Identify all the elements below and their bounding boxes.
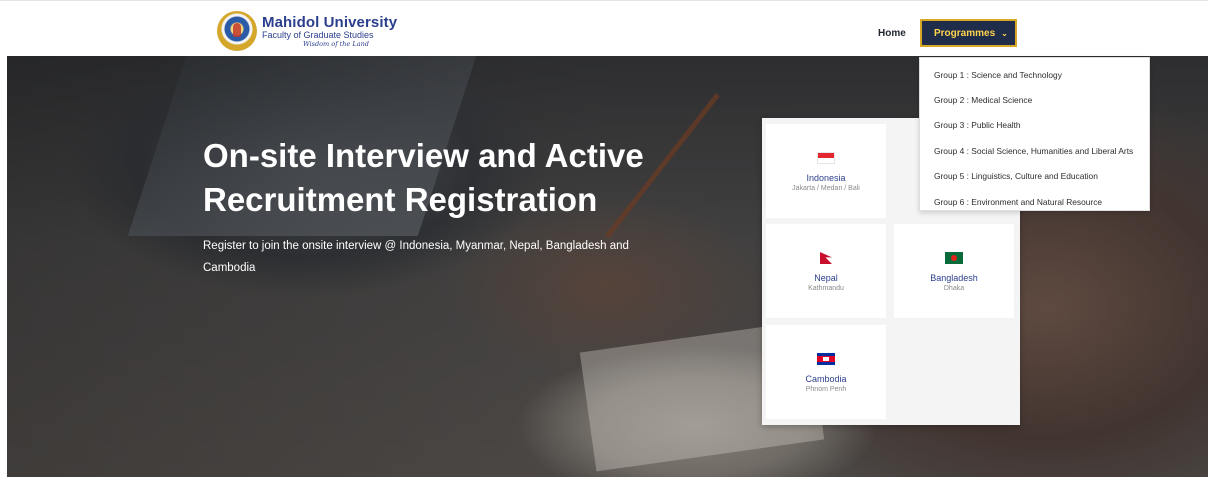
country-name: Indonesia <box>806 173 846 183</box>
bangladesh-flag-icon <box>945 252 963 264</box>
cambodia-flag-icon <box>817 353 835 365</box>
country-card-bangladesh[interactable]: Bangladesh Dhaka <box>894 224 1014 318</box>
programmes-dropdown-menu: Group 1 : Science and Technology Group 2… <box>919 57 1150 211</box>
country-name: Nepal <box>814 273 838 283</box>
dropdown-item-group-1[interactable]: Group 1 : Science and Technology <box>920 62 1149 87</box>
site-logo[interactable]: Mahidol University Faculty of Graduate S… <box>217 11 397 51</box>
nav-home-link[interactable]: Home <box>878 28 906 39</box>
dropdown-item-group-4[interactable]: Group 4 : Social Science, Humanities and… <box>920 138 1149 163</box>
country-card-indonesia[interactable]: Indonesia Jakarta / Medan / Bali <box>766 124 886 218</box>
indonesia-flag-icon <box>817 152 835 164</box>
country-cities: Kathmandu <box>808 285 844 292</box>
hero-title: On-site Interview and Active Recruitment… <box>203 137 644 218</box>
logo-subtitle: Faculty of Graduate Studies <box>262 29 374 40</box>
dropdown-item-group-5[interactable]: Group 5 : Linguistics, Culture and Educa… <box>920 164 1149 189</box>
nav-programmes-label: Programmes <box>934 27 996 39</box>
country-cities: Phnom Penh <box>805 386 847 393</box>
country-name: Bangladesh <box>930 273 978 283</box>
country-card-cambodia[interactable]: Cambodia Phnom Penh <box>766 325 886 419</box>
dropdown-item-group-6[interactable]: Group 6 : Environment and Natural Resour… <box>920 189 1149 214</box>
dropdown-item-group-2[interactable]: Group 2 : Medical Science <box>920 87 1149 112</box>
dropdown-item-group-3[interactable]: Group 3 : Public Health <box>920 113 1149 138</box>
nepal-flag-icon <box>820 252 832 264</box>
hero-subtitle: Register to join the onsite interview @ … <box>203 240 629 274</box>
nav-programmes-button[interactable]: Programmes ⌄ <box>920 19 1017 47</box>
logo-title: Mahidol University <box>262 13 398 31</box>
chevron-down-icon: ⌄ <box>1001 28 1008 38</box>
logo-motto: Wisdom of the Land <box>303 39 369 48</box>
country-card-nepal[interactable]: Nepal Kathmandu <box>766 224 886 318</box>
country-cities: Jakarta / Medan / Bali <box>792 185 860 192</box>
site-header: Mahidol University Faculty of Graduate S… <box>0 0 1208 56</box>
mahidol-seal-icon <box>217 11 257 51</box>
country-name: Cambodia <box>805 374 847 384</box>
logo-text: Mahidol University Faculty of Graduate S… <box>262 15 397 48</box>
country-cities: Dhaka <box>943 285 965 292</box>
